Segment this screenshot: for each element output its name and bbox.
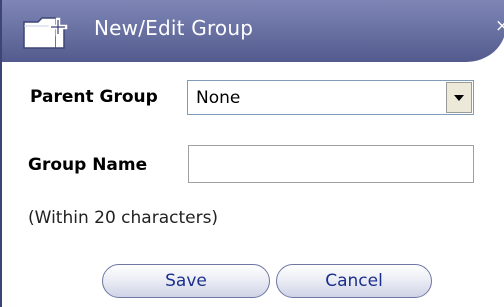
new-edit-group-dialog: New/Edit Group × Parent Group None Group…	[0, 0, 504, 307]
dropdown-button[interactable]	[446, 82, 472, 113]
save-button[interactable]: Save	[102, 264, 270, 298]
group-name-hint: (Within 20 characters)	[28, 208, 219, 228]
cancel-button[interactable]: Cancel	[276, 264, 432, 298]
parent-group-select[interactable]: None	[187, 80, 474, 115]
close-icon[interactable]: ×	[495, 18, 504, 35]
dialog-title: New/Edit Group	[94, 16, 254, 40]
group-name-input[interactable]	[188, 145, 474, 183]
dialog-titlebar[interactable]: New/Edit Group ×	[2, 0, 504, 62]
parent-group-label: Parent Group	[30, 87, 158, 107]
folder-plus-icon	[22, 14, 78, 54]
parent-group-selected-value: None	[196, 88, 241, 108]
group-name-label: Group Name	[28, 155, 148, 175]
